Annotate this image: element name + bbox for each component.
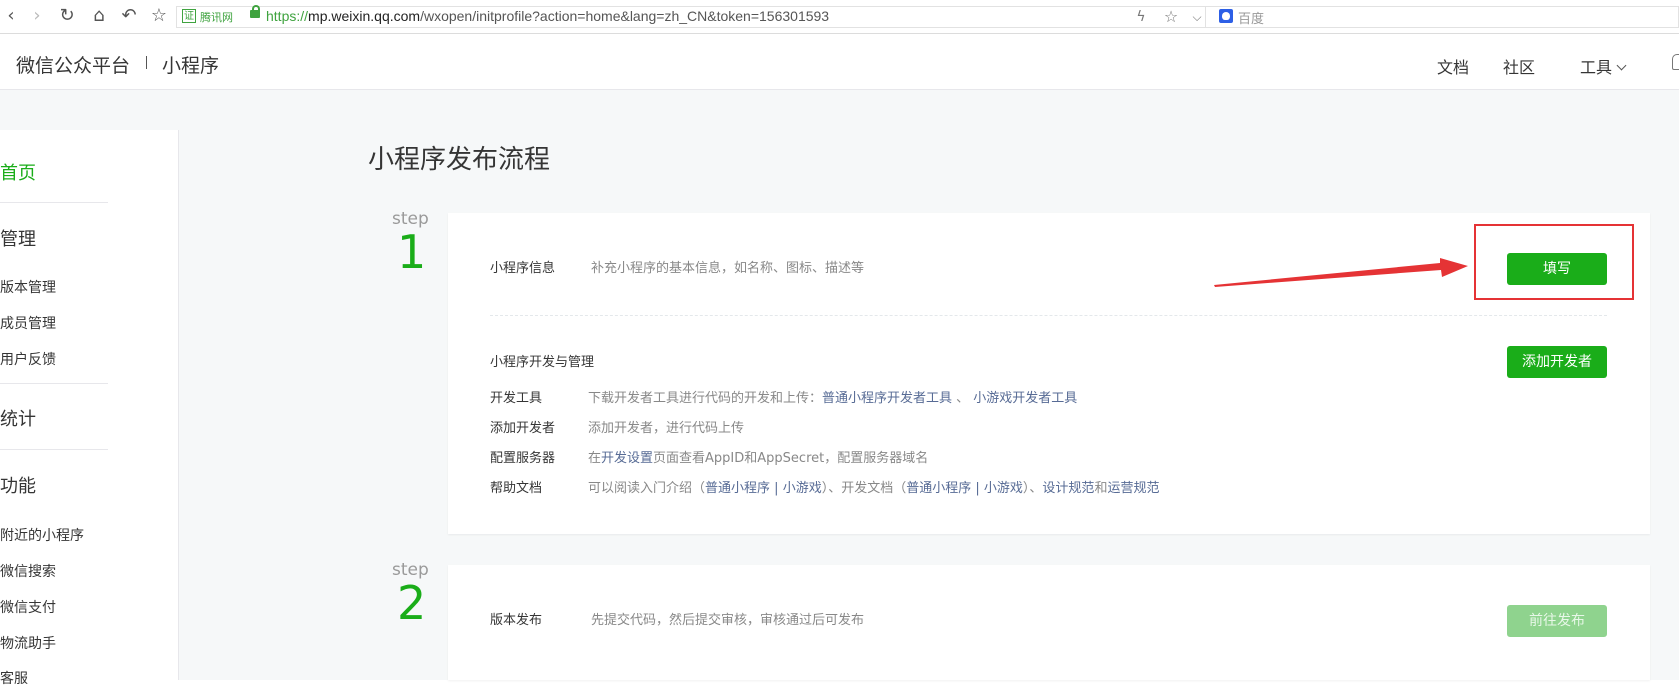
server-pre: 在 — [588, 451, 602, 466]
search-placeholder: 百度 — [1238, 12, 1265, 27]
chevron-down-icon[interactable]: ⌵ — [1186, 6, 1208, 28]
link-dev-settings[interactable]: 开发设置 — [601, 451, 653, 466]
chevron-down-icon — [1616, 60, 1627, 71]
logo-divider — [146, 56, 147, 69]
sidebar-item-service[interactable]: 客服 — [0, 668, 28, 688]
annotation-highlight-box — [1474, 224, 1634, 300]
site-header: 微信公众平台 小程序 文档 社区 工具 — [0, 34, 1679, 90]
row-label-tools: 开发工具 — [490, 391, 543, 406]
sidebar: 首页 管理 版本管理 成员管理 用户反馈 统计 功能 附近的小程序 微信搜索 微… — [0, 130, 179, 687]
row-desc-tools: 下载开发者工具进行代码的开发和上传：普通小程序开发者工具 、 小游戏开发者工具 — [588, 387, 1077, 406]
release-description: 先提交代码，然后提交审核，审核通过后可发布 — [591, 613, 865, 628]
sidebar-item-nearby[interactable]: 附近的小程序 — [0, 525, 84, 545]
platform-logo[interactable]: 微信公众平台 — [16, 51, 130, 78]
section-divider — [490, 315, 1607, 316]
help-text-2: ）、开发文档（ — [821, 481, 907, 496]
link-minigame-devtools[interactable]: 小游戏开发者工具 — [973, 391, 1077, 406]
go-release-button[interactable]: 前往发布 — [1507, 605, 1607, 637]
reload-icon[interactable]: ↻ — [56, 5, 78, 27]
certificate-label: 腾讯网 — [200, 11, 233, 24]
sidebar-heading-manage: 管理 — [0, 229, 36, 250]
search-input[interactable] — [1206, 6, 1679, 28]
undo-icon[interactable]: ↶ — [118, 5, 140, 27]
step-number: 2 — [397, 576, 427, 630]
url-host: mp.weixin.qq.com — [308, 8, 421, 24]
link-intro-mini-program[interactable]: 普通小程序 — [705, 481, 770, 496]
sidebar-item-pay[interactable]: 微信支付 — [0, 597, 56, 617]
sidebar-divider — [0, 202, 108, 203]
dev-manage-title: 小程序开发与管理 — [490, 355, 595, 370]
link-design-guidelines[interactable]: 设计规范 — [1042, 481, 1094, 496]
link-operation-guidelines[interactable]: 运营规范 — [1107, 481, 1159, 496]
home-icon[interactable]: ⌂ — [88, 5, 110, 27]
address-url[interactable]: https://mp.weixin.qq.com/wxopen/initprof… — [266, 8, 829, 24]
browser-toolbar: ‹ › ↻ ⌂ ↶ ☆ 证 腾讯网 https://mp.weixin.qq.c… — [0, 0, 1679, 34]
sidebar-item-stats[interactable]: 统计 — [0, 405, 36, 431]
row-label-add-dev: 添加开发者 — [490, 421, 556, 436]
sidebar-item-version[interactable]: 版本管理 — [0, 277, 56, 297]
url-path: /wxopen/initprofile?action=home&lang=zh_… — [420, 8, 830, 24]
sidebar-heading-features: 功能 — [0, 476, 36, 497]
lock-icon — [250, 5, 260, 18]
row-label-server: 配置服务器 — [490, 451, 556, 466]
server-post: 页面查看AppID和AppSecret，配置服务器域名 — [653, 451, 929, 466]
back-icon[interactable]: ‹ — [0, 5, 22, 27]
nav-tools-label: 工具 — [1580, 58, 1613, 77]
page-title: 小程序发布流程 — [368, 145, 551, 175]
step-number: 1 — [397, 225, 427, 279]
help-text-3: ）、 — [1022, 481, 1043, 496]
help-text-1: 可以阅读入门介绍（ — [588, 481, 706, 496]
help-bar-1: | — [770, 481, 783, 496]
annotation-arrow — [1214, 258, 1468, 287]
product-name: 小程序 — [162, 55, 220, 77]
help-text-4: 和 — [1094, 481, 1108, 496]
add-developer-button[interactable]: 添加开发者 — [1507, 346, 1607, 378]
help-bar-2: | — [971, 481, 984, 496]
tools-separator: 、 — [952, 391, 974, 406]
url-scheme: https:// — [266, 8, 309, 24]
star-icon[interactable]: ☆ — [148, 5, 170, 27]
sidebar-item-search[interactable]: 微信搜索 — [0, 561, 56, 581]
sidebar-item-home[interactable]: 首页 — [0, 159, 36, 185]
bookmark-star-icon[interactable]: ☆ — [1160, 6, 1182, 28]
forward-icon[interactable]: › — [26, 5, 48, 27]
sidebar-divider — [0, 449, 108, 450]
lightning-icon[interactable]: ϟ — [1130, 6, 1152, 28]
row-desc-help: 可以阅读入门介绍（普通小程序 | 小游戏）、开发文档（普通小程序 | 小游戏）、… — [588, 477, 1159, 496]
certificate-icon[interactable]: 证 — [182, 9, 196, 23]
row-desc-add-dev: 添加开发者，进行代码上传 — [588, 421, 745, 436]
link-docs-mini-program[interactable]: 普通小程序 — [906, 481, 971, 496]
bell-icon[interactable] — [1672, 54, 1679, 70]
sidebar-divider — [0, 383, 108, 384]
release-label: 版本发布 — [490, 613, 543, 628]
link-mini-program-devtools[interactable]: 普通小程序开发者工具 — [822, 391, 952, 406]
sidebar-item-members[interactable]: 成员管理 — [0, 313, 56, 333]
row-label-help: 帮助文档 — [490, 481, 543, 496]
nav-tools[interactable]: 工具 — [1580, 54, 1627, 78]
tools-text: 下载开发者工具进行代码的开发和上传： — [588, 391, 823, 406]
info-description: 补充小程序的基本信息，如名称、图标、描述等 — [591, 261, 865, 276]
nav-docs[interactable]: 文档 — [1437, 54, 1469, 78]
baidu-icon — [1219, 9, 1233, 23]
link-docs-minigame[interactable]: 小游戏 — [984, 481, 1023, 496]
link-intro-minigame[interactable]: 小游戏 — [783, 481, 822, 496]
info-label: 小程序信息 — [490, 261, 556, 276]
sidebar-item-logistics[interactable]: 物流助手 — [0, 633, 56, 653]
sidebar-item-feedback[interactable]: 用户反馈 — [0, 349, 56, 369]
row-desc-server: 在开发设置页面查看AppID和AppSecret，配置服务器域名 — [588, 447, 928, 466]
nav-community[interactable]: 社区 — [1503, 54, 1535, 78]
annotation-arrow-shape — [1214, 258, 1468, 287]
